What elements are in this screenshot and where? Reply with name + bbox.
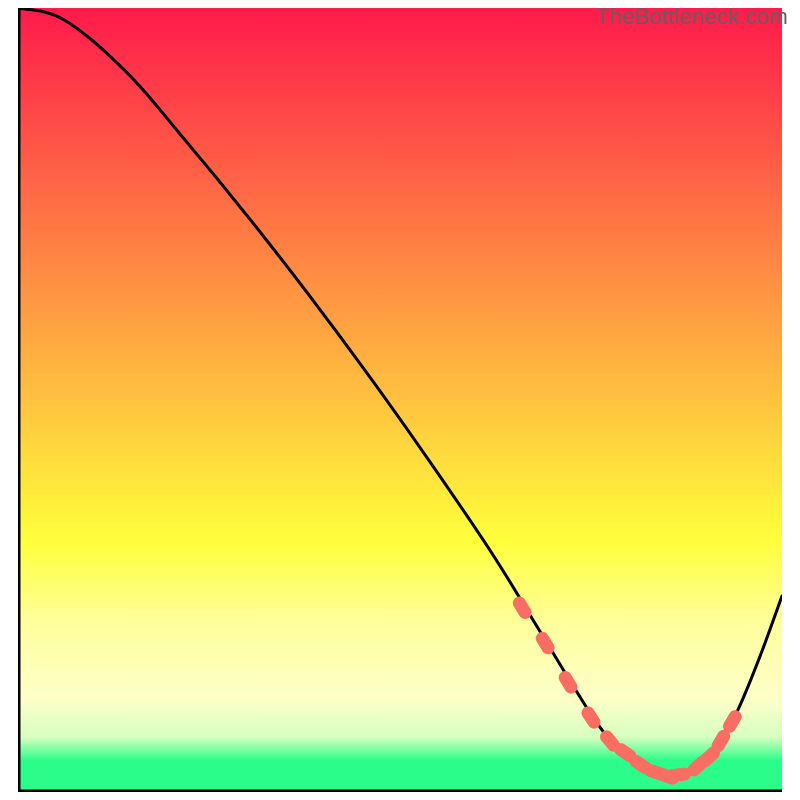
chart-svg [18, 8, 782, 792]
watermark-text: TheBottleneck.com [596, 4, 788, 30]
chart-background [18, 8, 782, 792]
bottleneck-chart [18, 8, 782, 792]
